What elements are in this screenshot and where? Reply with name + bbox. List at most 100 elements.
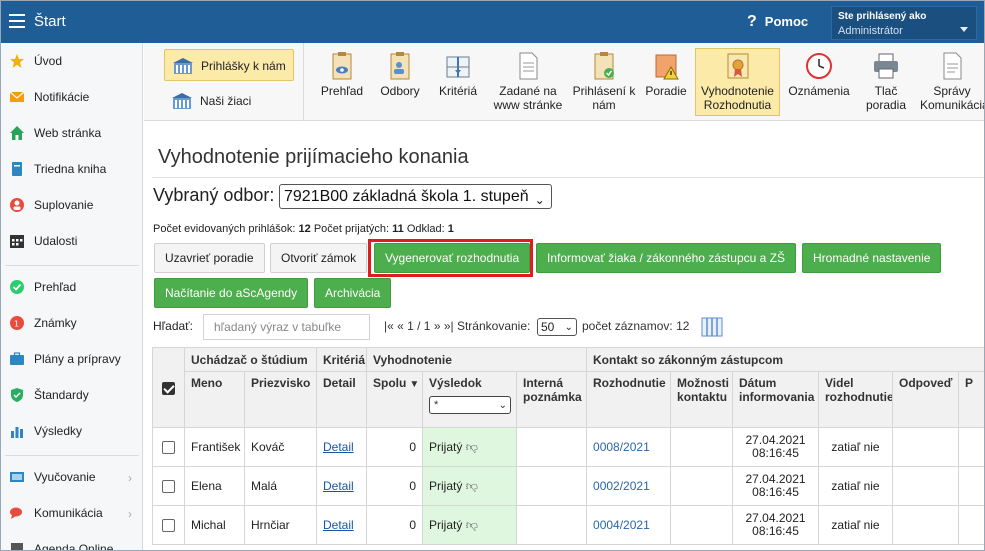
records-value: 12 xyxy=(676,319,690,333)
tool-prehlad[interactable]: Prehľad xyxy=(314,49,370,117)
withdrawn-count-label: Odklad: xyxy=(406,223,445,235)
sidebar-item-notifikacie[interactable]: Notifikácie xyxy=(1,83,142,113)
generate-decisions-button[interactable]: Vygenerovať rozhodnutia xyxy=(374,243,531,273)
sidebar-item-vyucovanie[interactable]: Vyučovanie › xyxy=(1,463,142,493)
col-contact-options[interactable]: Možnosti kontaktu xyxy=(670,371,734,428)
sidebar-item-standardy[interactable]: Štandardy xyxy=(1,381,142,411)
pager: |« « 1 / 1 » »| Stránkovanie: xyxy=(384,319,530,333)
col-answer[interactable]: Odpoveď xyxy=(892,371,960,428)
row-checkbox[interactable] xyxy=(162,480,175,494)
col-result[interactable]: Výsledok * ⌄ xyxy=(422,371,517,428)
detail-link[interactable]: Detail xyxy=(323,440,354,454)
chevron-down-icon: ⌄ xyxy=(498,400,507,411)
tool-spravy-komunikacia[interactable]: Správy Komunikácia xyxy=(920,49,984,117)
row-select-cell[interactable] xyxy=(152,505,185,545)
tool-label: Zadané na www stránke xyxy=(493,84,563,112)
sidebar-item-web-stranka[interactable]: Web stránka xyxy=(1,119,142,149)
col-internal-note[interactable]: Interná poznámka xyxy=(515,371,588,428)
row-select-cell[interactable] xyxy=(152,427,185,467)
applications-button[interactable]: Prihlášky k nám xyxy=(164,49,294,81)
help-button[interactable]: ? Pomoc xyxy=(747,13,808,31)
col-total[interactable]: Spolu ▼ xyxy=(366,371,423,428)
sidebar-item-prehlad[interactable]: Prehľad xyxy=(1,273,142,303)
cell-internal-note[interactable] xyxy=(515,466,588,506)
row-checkbox[interactable] xyxy=(162,519,175,533)
info-date: 27.04.2021 xyxy=(745,472,806,486)
tool-zadane-na-www[interactable]: Zadané na www stránke xyxy=(490,49,566,117)
columns-icon[interactable] xyxy=(701,317,723,337)
sidebar-item-udalosti[interactable]: Udalosti xyxy=(1,227,142,257)
svg-text:1: 1 xyxy=(14,320,19,329)
decision-link[interactable]: 0002/2021 xyxy=(593,479,650,493)
group-contact: Kontakt so zákonným zástupcom xyxy=(586,347,984,372)
main-content: Vyhodnotenie prijímacieho konania Vybran… xyxy=(144,122,984,550)
thumbs-down-icon[interactable]: 👎︎ xyxy=(466,518,478,532)
bulk-settings-button[interactable]: Hromadné nastavenie xyxy=(802,243,942,273)
branch-select[interactable]: 7921B00 základná škola 1. stupeň ⌄ xyxy=(279,184,552,209)
decision-link[interactable]: 0008/2021 xyxy=(593,440,650,454)
chevron-right-icon: › xyxy=(128,507,132,521)
sidebar-item-label: Triedna kniha xyxy=(34,162,107,176)
search-input[interactable]: hľadaný výraz v tabuľke xyxy=(203,314,370,340)
row-checkbox[interactable] xyxy=(162,441,175,455)
tool-kriteria[interactable]: Kritériá xyxy=(430,49,486,117)
scale-icon xyxy=(446,56,470,78)
col-last-name[interactable]: Priezvisko xyxy=(244,371,317,428)
tool-poradie[interactable]: Poradie xyxy=(640,49,692,117)
result-filter-select[interactable]: * ⌄ xyxy=(429,396,511,414)
cell-internal-note[interactable] xyxy=(515,505,588,545)
decision-link[interactable]: 0004/2021 xyxy=(593,518,650,532)
thumbs-down-icon[interactable]: 👎︎ xyxy=(466,440,478,454)
tool-prihlaseni[interactable]: Prihlásení k nám xyxy=(572,49,636,117)
cell-total: 0 xyxy=(366,466,423,506)
sidebar-item-triedna-kniha[interactable]: Triedna kniha xyxy=(1,155,142,185)
sidebar-item-uvod[interactable]: Úvod xyxy=(1,47,142,77)
select-all-header[interactable] xyxy=(152,347,185,428)
sidebar-item-suplovanie[interactable]: Suplovanie xyxy=(1,191,142,221)
archive-button[interactable]: Archivácia xyxy=(314,278,392,308)
cell-seen-decision: zatiaľ nie xyxy=(818,466,894,506)
toolbar-section-left: Prihlášky k nám Naši žiaci xyxy=(144,43,304,121)
pager-nav[interactable]: |« « 1 / 1 » »| xyxy=(384,319,454,333)
col-p[interactable]: P xyxy=(958,371,984,428)
info-date: 27.04.2021 xyxy=(745,433,806,447)
col-seen-decision[interactable]: Videl rozhodnutie xyxy=(818,371,894,428)
group-evaluation: Vyhodnotenie xyxy=(365,347,588,372)
cell-seen-decision: zatiaľ nie xyxy=(818,505,894,545)
cell-internal-note[interactable] xyxy=(515,427,588,467)
cell-result[interactable]: Prijatý 👎︎ xyxy=(422,505,517,545)
col-detail[interactable]: Detail xyxy=(316,371,367,428)
sidebar-item-znamky[interactable]: 1 Známky xyxy=(1,309,142,339)
sidebar-item-agenda[interactable]: Agenda Online xyxy=(1,535,142,550)
cell-result[interactable]: Prijatý 👎︎ xyxy=(422,466,517,506)
close-order-button[interactable]: Uzavrieť poradie xyxy=(154,243,265,273)
tool-odbory[interactable]: Odbory xyxy=(374,49,426,117)
tool-tlac-poradia[interactable]: Tlač poradia xyxy=(858,49,914,117)
tool-oznamenia[interactable]: Oznámenia xyxy=(786,49,852,117)
select-all-checkbox[interactable] xyxy=(162,381,175,395)
thumbs-down-icon[interactable]: 👎︎ xyxy=(466,479,478,493)
sidebar-item-komunikacia[interactable]: Komunikácia › xyxy=(1,499,142,529)
detail-link[interactable]: Detail xyxy=(323,518,354,532)
cell-contact-options xyxy=(670,505,734,545)
our-students-button[interactable]: Naši žiaci xyxy=(164,87,294,117)
load-into-agenda-button[interactable]: Načítanie do aScAgendy xyxy=(154,278,309,308)
hamburger-menu-icon[interactable] xyxy=(9,14,25,28)
cell-first-name: Michal xyxy=(184,505,245,545)
col-decision[interactable]: Rozhodnutie xyxy=(586,371,672,428)
page-size-select[interactable]: 50 ⌄ xyxy=(537,318,577,336)
sidebar-item-plany[interactable]: Plány a prípravy xyxy=(1,345,142,375)
inform-student-button[interactable]: Informovať žiaka / zákonného zástupcu a … xyxy=(536,243,796,273)
user-menu[interactable]: Ste prihlásený ako Administrátor xyxy=(831,6,977,40)
row-select-cell[interactable] xyxy=(152,466,185,506)
sidebar-item-vysledky[interactable]: Výsledky xyxy=(1,417,142,447)
col-first-name[interactable]: Meno xyxy=(184,371,245,428)
open-lock-button[interactable]: Otvoriť zámok xyxy=(270,243,368,273)
check-circle-icon xyxy=(10,280,24,294)
detail-link[interactable]: Detail xyxy=(323,479,354,493)
app-title[interactable]: Štart xyxy=(34,13,66,30)
result-value: Prijatý xyxy=(429,439,463,454)
tool-vyhodnotenie-rozhodnutia[interactable]: Vyhodnotenie Rozhodnutia xyxy=(695,48,780,116)
col-info-date[interactable]: Dátum informovania xyxy=(732,371,820,428)
cell-result[interactable]: Prijatý 👎︎ xyxy=(422,427,517,467)
